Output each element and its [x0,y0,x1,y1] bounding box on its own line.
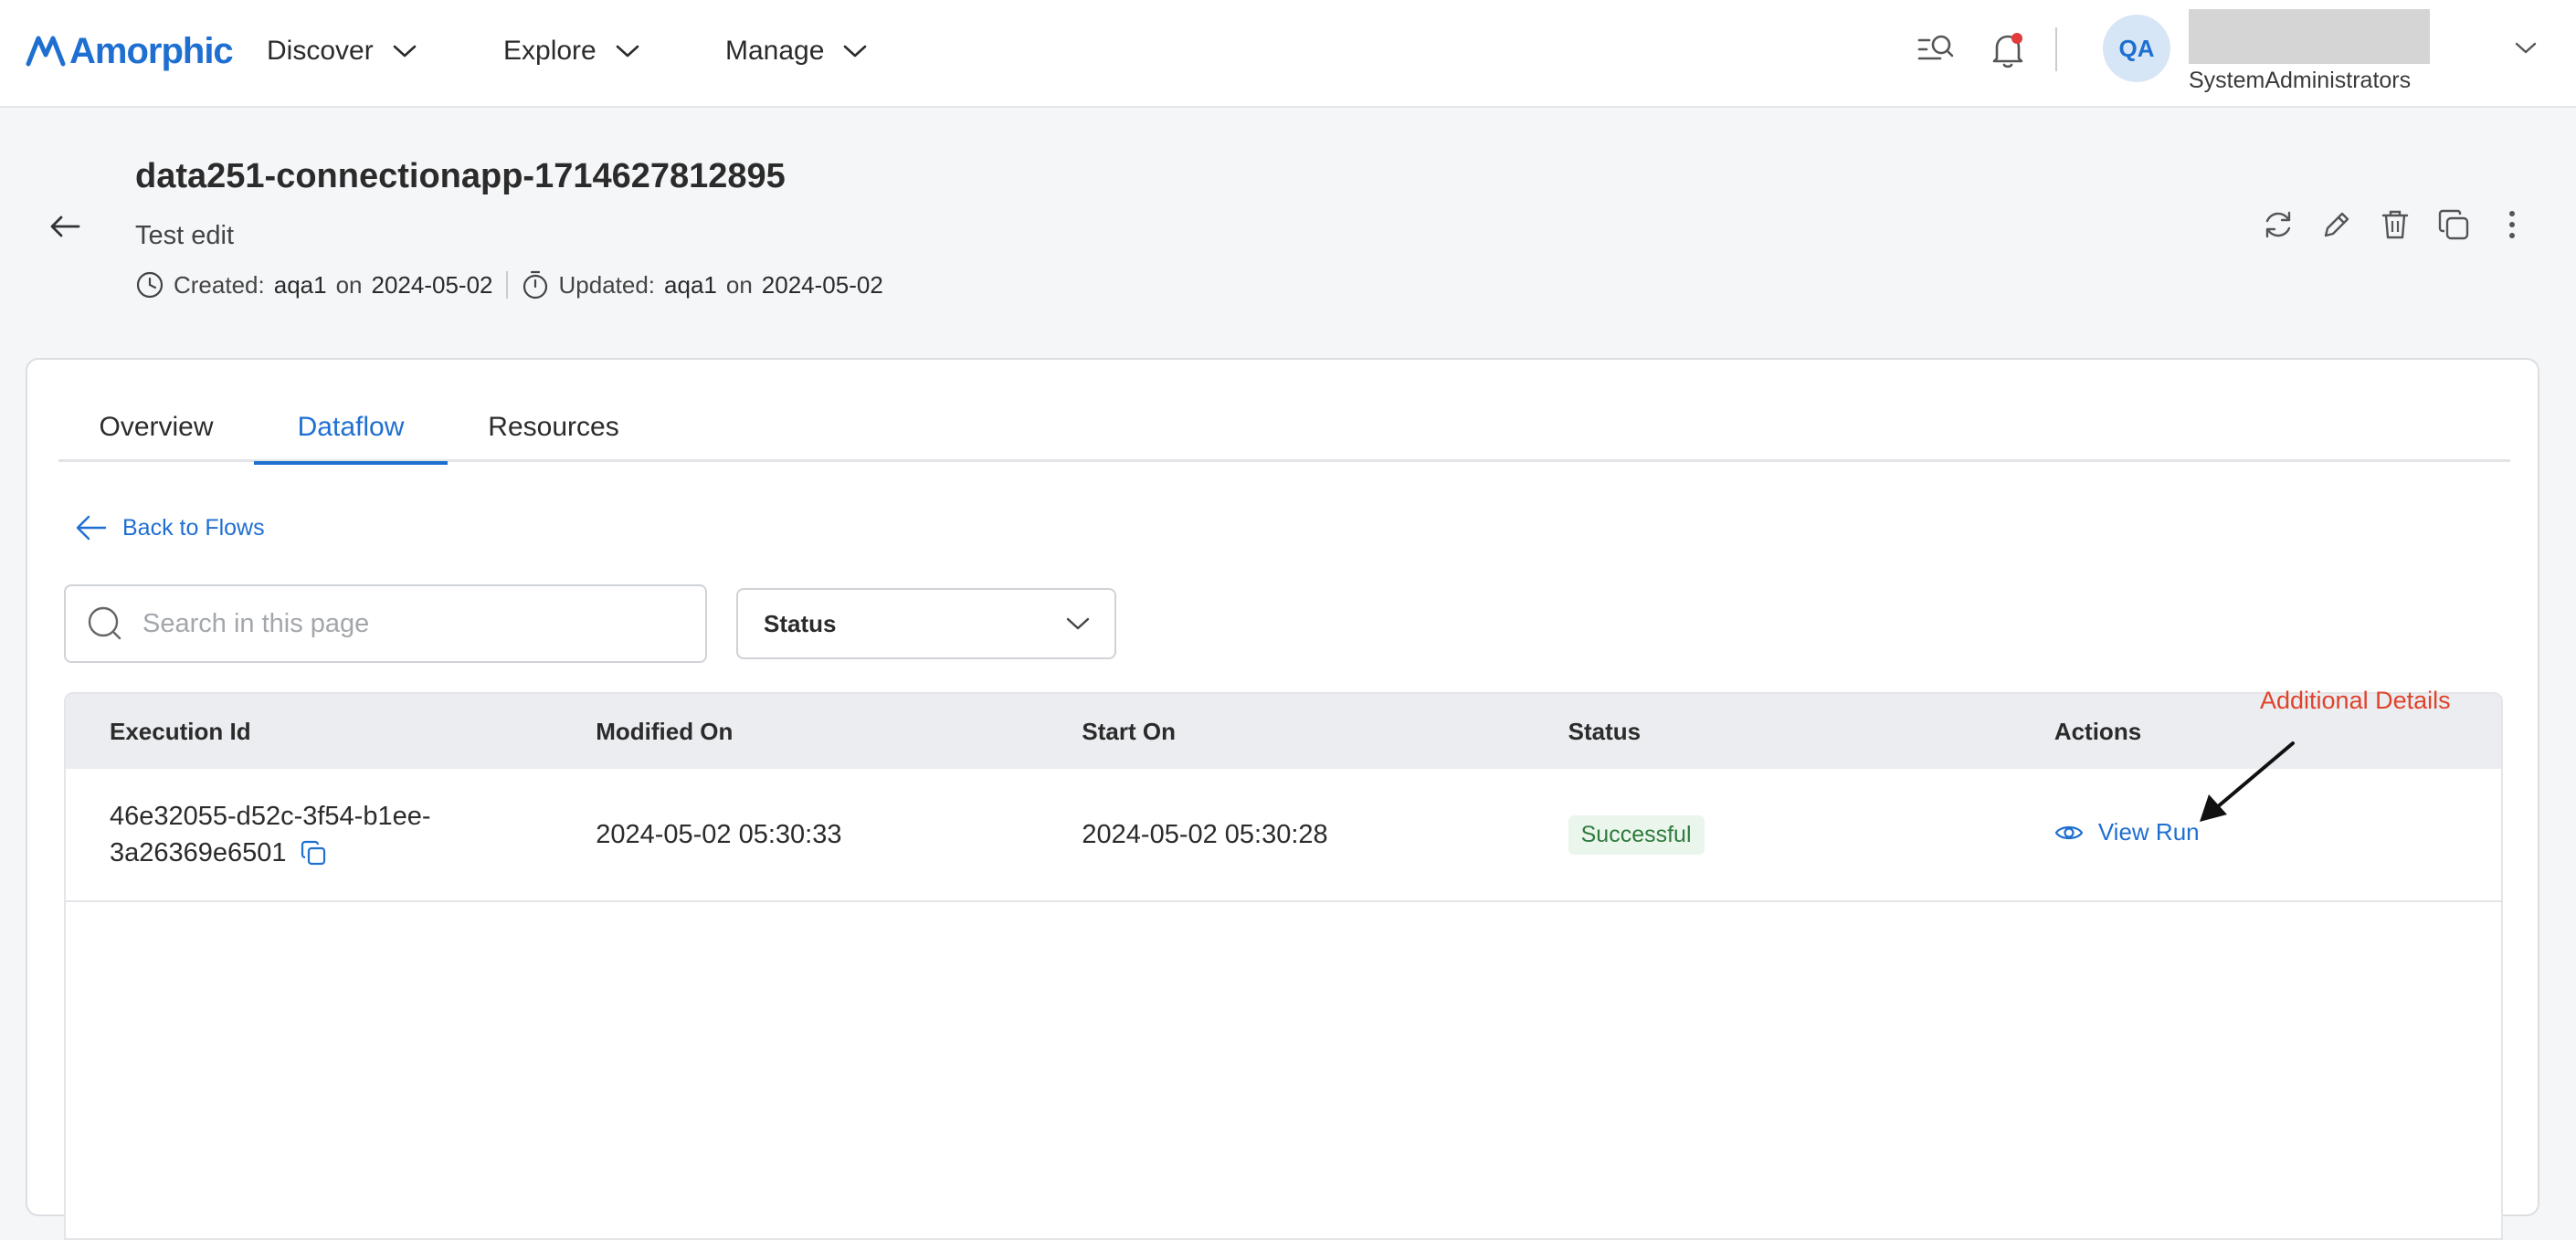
arrow-left-icon [50,215,80,237]
table-row: 46e32055-d52c-3f54-b1ee- 3a26369e6501 20… [66,769,2501,902]
tab-overview[interactable]: Overview [58,393,254,462]
arrow-left-icon [76,515,107,541]
table-header: Execution Id Modified On Start On Status… [66,694,2501,769]
search-list-icon [1917,35,1954,60]
updated-by: aqa1 [664,270,717,299]
user-avatar[interactable]: QA [2103,15,2170,82]
tab-label: Dataflow [297,412,405,442]
status-filter-value: Status [764,609,837,637]
page-description: Test edit [135,221,234,250]
eye-icon [2054,825,2083,839]
clock-icon [136,271,164,299]
view-run-link[interactable]: View Run [2054,818,2200,846]
tab-dataflow[interactable]: Dataflow [254,393,448,465]
edit-icon [2324,212,2349,237]
column-header-modified-on: Modified On [596,717,734,745]
updated-info: Updated: aqa1 on 2024-05-02 [521,269,883,300]
delete-icon [2381,210,2409,239]
created-label: Created: [174,270,265,299]
execution-id-line2: 3a26369e6501 [110,838,287,867]
avatar-initials: QA [2118,34,2155,62]
chevron-down-icon [393,45,417,58]
back-button[interactable] [48,208,84,245]
header-actions [2260,206,2530,243]
nav-menu-explore[interactable]: Explore [503,27,640,75]
more-options-button[interactable] [2494,206,2530,243]
modified-on-cell: 2024-05-02 05:30:33 [596,819,842,849]
tab-label: Resources [488,412,619,442]
chevron-down-icon [1066,617,1090,630]
nav-menu-label: Explore [503,36,596,66]
clone-button[interactable] [2435,206,2472,243]
status-badge: Successful [1568,814,1705,855]
view-run-label: View Run [2097,818,2200,846]
nav-menu-label: Discover [267,36,374,66]
meta-separator [505,271,508,299]
nav-divider [2055,27,2057,71]
search-input[interactable] [143,608,672,639]
copy-execution-id-button[interactable] [300,839,327,867]
nav-menu-label: Manage [725,36,825,66]
column-header-status: Status [1568,717,1642,745]
execution-id-cell: 46e32055-d52c-3f54-b1ee- 3a26369e6501 [66,798,552,871]
status-cell: Successful [1525,814,2011,855]
annotation-label: Additional Details [2260,687,2451,714]
start-on-cell: 2024-05-02 05:30:28 [1082,819,1328,849]
user-name-redacted [2189,9,2430,64]
notification-dot [2011,33,2022,44]
back-to-flows-label: Back to Flows [122,514,265,541]
nav-menu-discover[interactable]: Discover [267,27,417,75]
detail-card: Overview Dataflow Resources Back to Flow… [26,358,2539,1240]
execution-id-line1: 46e32055-d52c-3f54-b1ee- [110,802,431,831]
user-menu-toggle[interactable] [2514,40,2538,57]
search-list-button[interactable] [1916,31,1955,69]
page-title: data251-connectionapp-1714627812895 [135,157,786,195]
delete-button[interactable] [2377,206,2413,243]
timer-icon [523,270,547,299]
status-filter-select[interactable]: Status [736,588,1116,659]
updated-label: Updated: [558,270,656,299]
logo-text: Amorphic [69,30,234,71]
executions-table: Execution Id Modified On Start On Status… [64,692,2503,1240]
nav-menu-manage[interactable]: Manage [725,27,868,75]
refresh-button[interactable] [2260,206,2296,243]
edit-button[interactable] [2318,206,2355,243]
tab-resources[interactable]: Resources [448,393,660,462]
updated-on-word: on [725,270,753,299]
amorphic-logo-icon [26,36,66,67]
more-vertical-icon [2509,211,2515,238]
user-role: SystemAdministrators [2189,68,2412,93]
created-by: aqa1 [273,270,327,299]
chevron-down-icon [616,45,639,58]
chevron-down-icon [844,45,867,58]
copy-icon [301,840,325,866]
column-header-start-on: Start On [1082,717,1176,745]
column-header-execution-id: Execution Id [110,717,251,745]
updated-date: 2024-05-02 [761,270,883,299]
search-box [64,584,707,663]
app-logo[interactable]: Amorphic [26,27,234,75]
back-to-flows-link[interactable]: Back to Flows [75,508,265,548]
annotation-arrow-icon [2200,741,2295,822]
chevron-down-icon [2515,42,2537,54]
refresh-icon [2265,211,2291,238]
created-info: Created: aqa1 on 2024-05-02 [135,270,493,299]
meta-info: Created: aqa1 on 2024-05-02 Updated: aqa… [135,268,883,301]
search-icon [88,606,121,640]
tab-label: Overview [99,412,214,442]
created-date: 2024-05-02 [371,270,493,299]
top-navigation-bar: Amorphic Discover Explore Manage QA Syst… [0,0,2576,108]
created-on-word: on [335,270,363,299]
clone-icon [2438,209,2469,240]
tab-bar: Overview Dataflow Resources [58,393,2510,465]
